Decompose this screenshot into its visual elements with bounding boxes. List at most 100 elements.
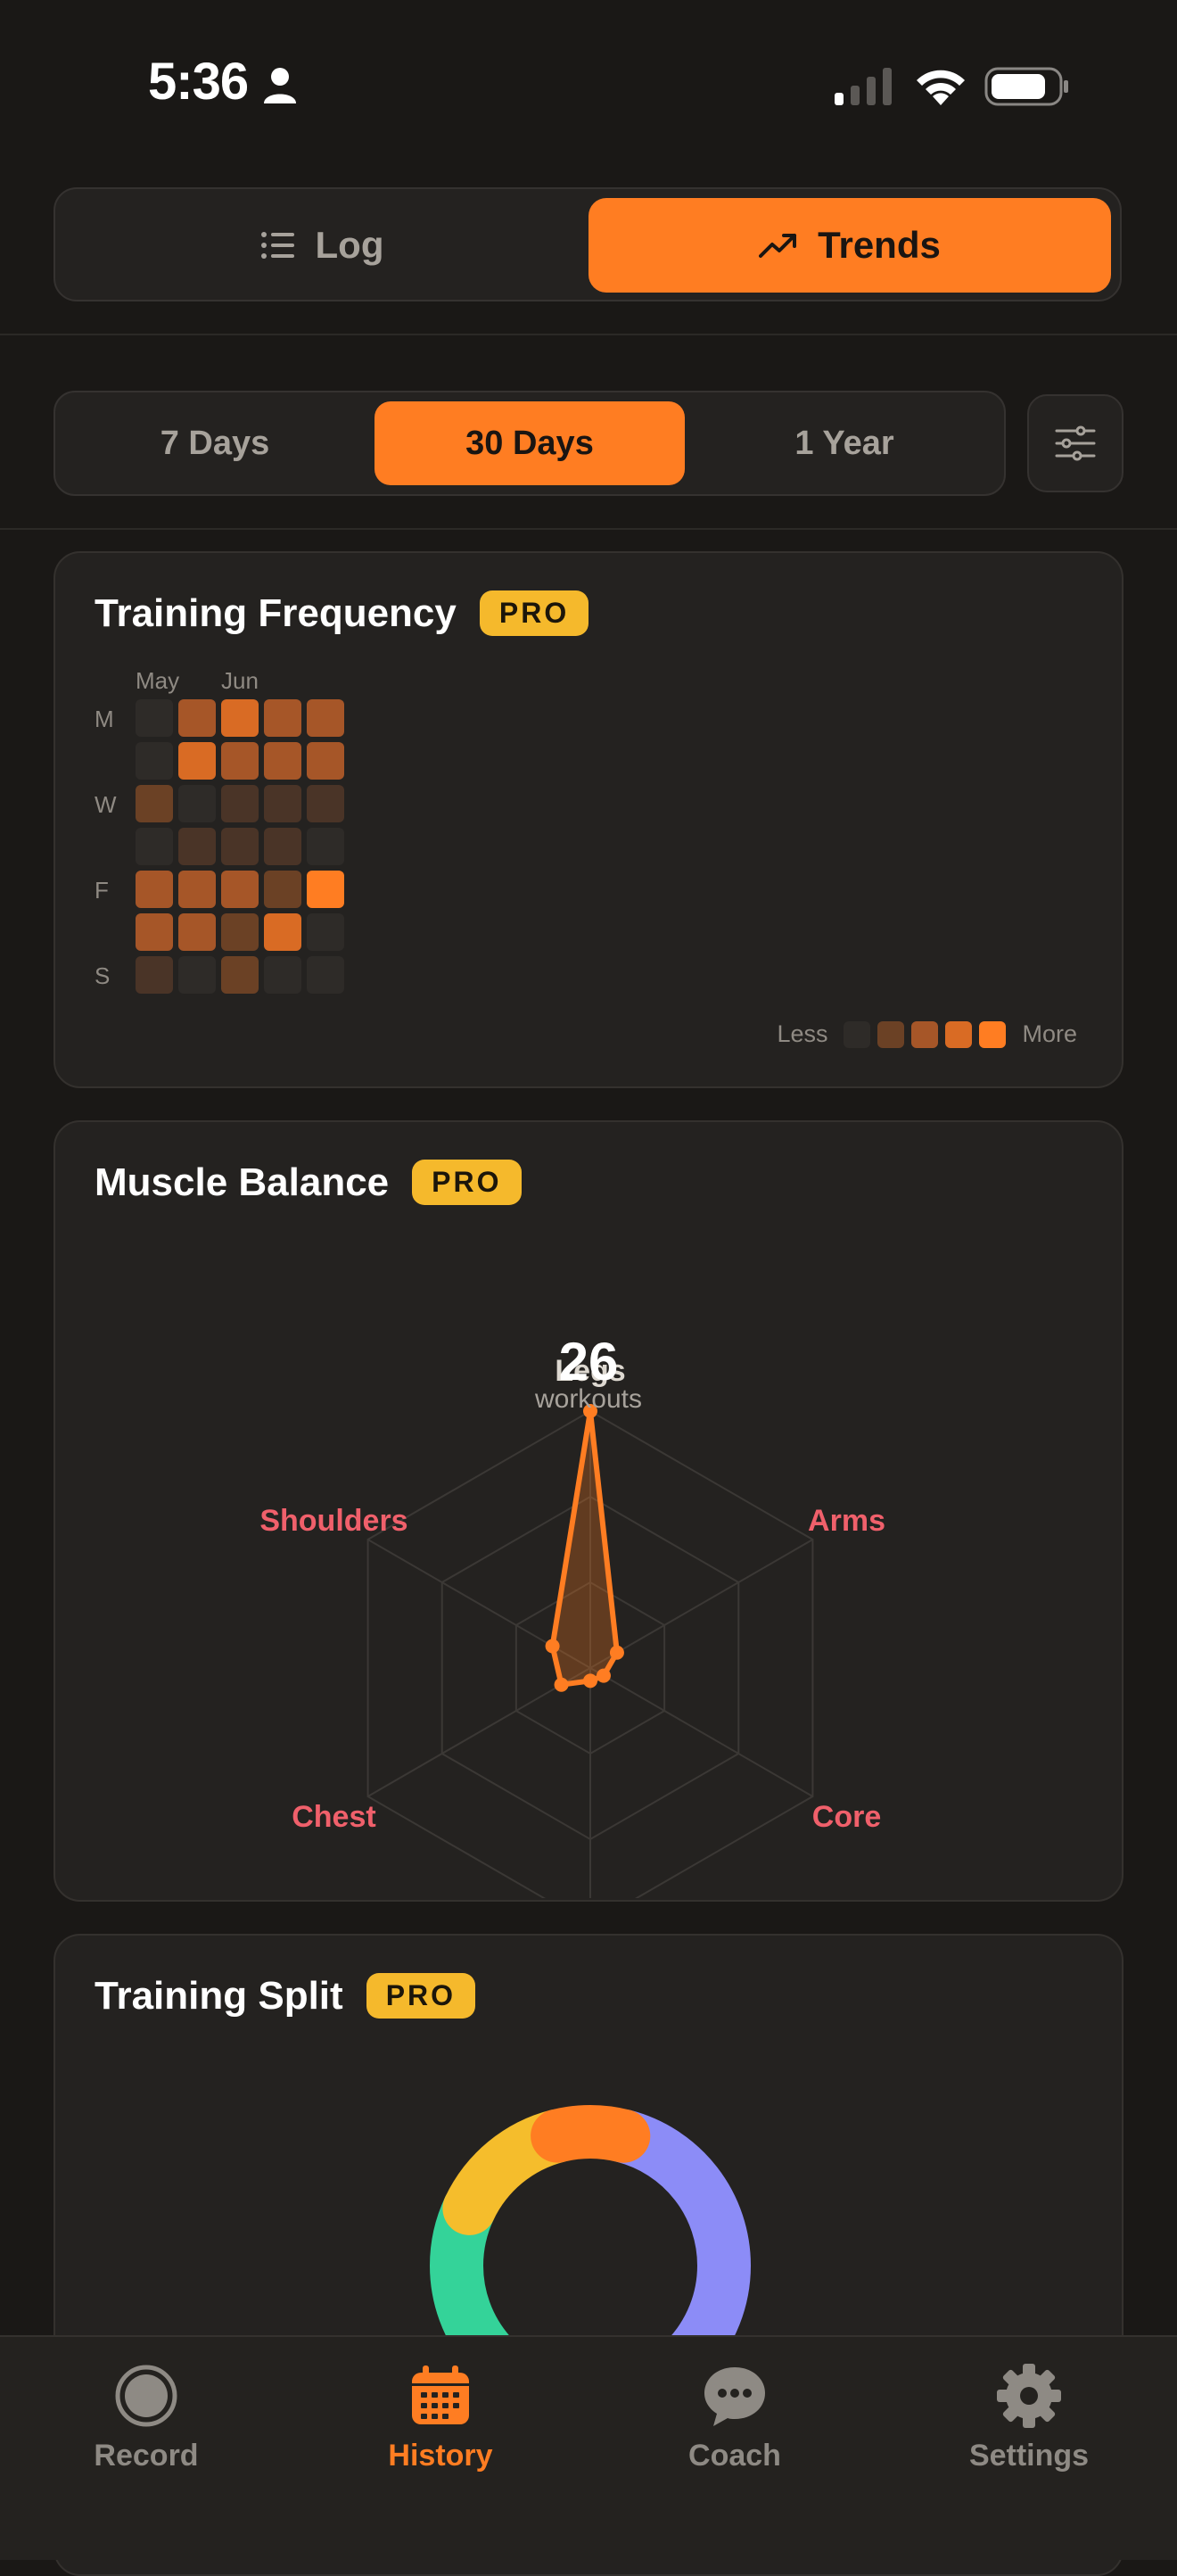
frequency-heatmap: May Jun M W F S — [95, 667, 344, 994]
range-selector: 7 Days 30 Days 1 Year — [54, 391, 1006, 496]
day-label: W — [95, 791, 117, 818]
tab-history[interactable]: History — [333, 2362, 547, 2473]
heatmap-cell — [178, 699, 216, 737]
radar-point — [609, 1645, 624, 1660]
radar-spoke — [589, 1667, 813, 1797]
tab-history-label: History — [388, 2439, 493, 2473]
heatmap-cell — [178, 871, 216, 908]
legend-swatch — [911, 1020, 939, 1048]
total-workouts-value: 26 — [558, 1332, 619, 1391]
tab-coach-label: Coach — [688, 2439, 781, 2473]
heatmap-cell — [178, 913, 216, 951]
radar-axis-label: Chest — [292, 1800, 375, 1834]
heatmap-cell — [221, 913, 259, 951]
card-header: Training Frequency PRO — [95, 590, 589, 636]
filter-button[interactable] — [1027, 394, 1124, 492]
divider — [0, 334, 1177, 335]
card-title: Muscle Balance — [95, 1160, 390, 1204]
heatmap-cell — [136, 785, 173, 822]
trending-up-icon — [759, 234, 797, 258]
heatmap-cell — [307, 699, 344, 737]
legend-less-label: Less — [777, 1020, 828, 1047]
total-workouts-caption: workouts — [534, 1384, 643, 1414]
heatmap-cell — [136, 828, 173, 865]
radar-spoke — [589, 1539, 813, 1669]
radar-axis-label: Arms — [808, 1504, 885, 1538]
calendar-icon — [412, 2365, 469, 2424]
heatmap-cell — [136, 871, 173, 908]
record-icon — [115, 2365, 177, 2427]
tab-record[interactable]: Record — [39, 2362, 253, 2473]
heatmap-cell — [136, 956, 173, 994]
pro-badge: PRO — [366, 1973, 476, 2019]
heatmap-cell — [136, 699, 173, 737]
heatmap-cell — [178, 828, 216, 865]
log-tab-label: Log — [315, 224, 384, 266]
heatmap-cell — [307, 785, 344, 822]
heatmap-cell — [307, 871, 344, 908]
tab-bar: Record History Coach Settings — [0, 2335, 1177, 2560]
day-label: M — [95, 706, 114, 732]
legend-swatch — [945, 1020, 973, 1048]
muscle-radar-chart: LegsArmsCoreBackChestShoulders — [259, 1354, 885, 1898]
heatmap-legend: Less More — [777, 1020, 1077, 1048]
heatmap-cell — [178, 785, 216, 822]
card-header: Training Split PRO — [95, 1973, 476, 2019]
heatmap-cell — [264, 913, 301, 951]
chat-bubble-icon — [704, 2367, 765, 2426]
radar-point — [554, 1677, 569, 1692]
pro-badge: PRO — [479, 590, 589, 636]
tab-settings[interactable]: Settings — [922, 2362, 1136, 2473]
heatmap-cell — [178, 956, 216, 994]
heatmap-cell — [221, 956, 259, 994]
radar-point — [583, 1673, 597, 1688]
range-30-days-button[interactable]: 30 Days — [374, 401, 685, 485]
legend-swatch — [979, 1020, 1007, 1048]
heatmap-cell — [264, 742, 301, 780]
heatmap-cell — [178, 742, 216, 780]
heatmap-cell — [264, 699, 301, 737]
card-title: Training Split — [95, 1973, 343, 2018]
trends-tab-label: Trends — [818, 224, 941, 266]
cellular-signal-icon — [835, 68, 892, 105]
radar-axis-label: Shoulders — [259, 1504, 407, 1538]
heatmap-cell — [221, 742, 259, 780]
heatmap-cell — [221, 699, 259, 737]
range-7-days-button[interactable]: 7 Days — [64, 401, 366, 485]
radar-axis-label: Core — [812, 1800, 881, 1834]
card-title: Training Frequency — [95, 590, 457, 635]
range-1-year-button[interactable]: 1 Year — [694, 401, 995, 485]
heatmap-cell — [264, 956, 301, 994]
day-label: F — [95, 877, 109, 904]
radar-series-area — [549, 1408, 620, 1688]
heatmap-cell — [136, 913, 173, 951]
training-frequency-card: Training Frequency PRO May Jun M W F S Less M… — [54, 551, 1124, 1088]
divider — [0, 528, 1177, 530]
radar-point — [545, 1639, 560, 1654]
wifi-icon — [917, 70, 965, 105]
radar-point — [596, 1668, 611, 1683]
status-time: 5:36 — [148, 53, 249, 111]
heatmap-cell — [307, 742, 344, 780]
tab-coach[interactable]: Coach — [628, 2362, 842, 2473]
card-header: Muscle Balance PRO — [95, 1160, 522, 1205]
pro-badge: PRO — [412, 1160, 522, 1205]
trends-tab-button[interactable]: Trends — [588, 198, 1111, 293]
legend-swatch — [844, 1020, 871, 1048]
heatmap-cell — [136, 742, 173, 780]
view-switch: Log Trends — [54, 187, 1122, 301]
sliders-icon — [1055, 425, 1096, 461]
month-label: May — [136, 667, 179, 694]
day-label: S — [95, 962, 110, 989]
legend-swatch — [877, 1020, 905, 1048]
tab-settings-label: Settings — [968, 2439, 1090, 2473]
month-label: Jun — [221, 667, 259, 694]
heatmap-cell — [307, 956, 344, 994]
heatmap-cell — [307, 913, 344, 951]
heatmap-cell — [221, 828, 259, 865]
tab-record-label: Record — [94, 2439, 199, 2473]
heatmap-cell — [264, 785, 301, 822]
heatmap-cell — [264, 871, 301, 908]
legend-more-label: More — [1022, 1020, 1077, 1047]
log-tab-button[interactable]: Log — [64, 198, 580, 293]
